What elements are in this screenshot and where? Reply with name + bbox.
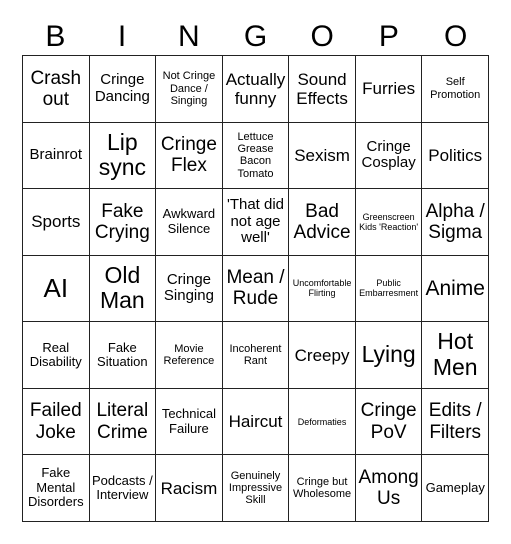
bingo-cell[interactable]: Podcasts / Interview [89,455,157,522]
bingo-cell[interactable]: Greenscreen Kids 'Reaction' [355,189,423,256]
bingo-cell[interactable]: AI [23,255,90,323]
bingo-cell[interactable]: Politics [422,122,489,190]
bingo-cell[interactable]: Technical Failure [156,388,223,456]
bingo-cell[interactable]: Lip sync [89,122,157,190]
bingo-header: B I N G O P O [22,18,489,55]
bingo-cell[interactable]: Cringe Dancing [89,56,157,123]
bingo-cell[interactable]: Among Us [355,455,423,522]
bingo-cell[interactable]: Lying [355,322,423,389]
bingo-cell[interactable]: 'That did not age well' [222,189,290,256]
bingo-cell[interactable]: Fake Crying [89,189,157,256]
header-letter: G [243,20,268,53]
bingo-cell[interactable]: Anime [422,255,489,323]
bingo-cell[interactable]: Racism [156,455,223,522]
bingo-cell[interactable]: Brainrot [23,122,90,190]
bingo-cell[interactable]: Cringe but Wholesome [289,455,356,522]
bingo-cell[interactable]: Self Promotion [422,56,489,123]
bingo-cell[interactable]: Deformaties [289,388,356,456]
header-letter: O [310,20,334,53]
bingo-cell[interactable]: Crash out [23,56,90,123]
header-letter: I [117,20,127,53]
bingo-card: Crash out Cringe Dancing Not Cringe Danc… [22,55,489,522]
header-letter: B [45,20,66,53]
bingo-cell[interactable]: Sound Effects [289,56,356,123]
bingo-cell[interactable]: Uncomfortable Flirting [289,255,356,323]
bingo-cell[interactable]: Actually funny [222,56,290,123]
header-letter: O [443,20,468,53]
bingo-cell[interactable]: Sexism [289,122,356,190]
bingo-cell[interactable]: Old Man [89,255,157,323]
bingo-cell[interactable]: Haircut [222,388,290,456]
bingo-cell[interactable]: Public Embarresment [355,255,423,323]
bingo-cell[interactable]: Furries [355,56,423,123]
bingo-cell[interactable]: Bad Advice [289,189,356,256]
header-letter: N [177,20,200,53]
bingo-cell[interactable]: Not Cringe Dance / Singing [156,56,223,123]
bingo-cell[interactable]: Fake Mental Disorders [23,455,90,522]
bingo-cell[interactable]: Genuinely Impressive Skill [222,455,290,522]
bingo-cell[interactable]: Literal Crime [89,388,157,456]
bingo-cell[interactable]: Failed Joke [23,388,90,456]
bingo-cell[interactable]: Cringe PoV [355,388,423,456]
header-letter: P [378,20,399,53]
bingo-cell[interactable]: Real Disability [23,322,90,389]
bingo-cell[interactable]: Sports [23,189,90,256]
bingo-cell[interactable]: Hot Men [422,322,489,389]
bingo-cell[interactable]: Cringe Flex [156,122,223,190]
bingo-cell[interactable]: Fake Situation [89,322,157,389]
bingo-cell[interactable]: Edits / Filters [422,388,489,456]
bingo-cell[interactable]: Gameplay [422,455,489,522]
bingo-cell[interactable]: Cringe Singing [156,255,223,323]
bingo-cell[interactable]: Lettuce Grease Bacon Tomato [222,122,290,190]
bingo-cell[interactable]: Awkward Silence [156,189,223,256]
bingo-cell[interactable]: Movie Reference [156,322,223,389]
bingo-cell[interactable]: Creepy [289,322,356,389]
bingo-cell[interactable]: Cringe Cosplay [355,122,423,190]
bingo-cell[interactable]: Alpha / Sigma [422,189,489,256]
bingo-cell[interactable]: Mean / Rude [222,255,290,323]
bingo-cell[interactable]: Incoherent Rant [222,322,290,389]
